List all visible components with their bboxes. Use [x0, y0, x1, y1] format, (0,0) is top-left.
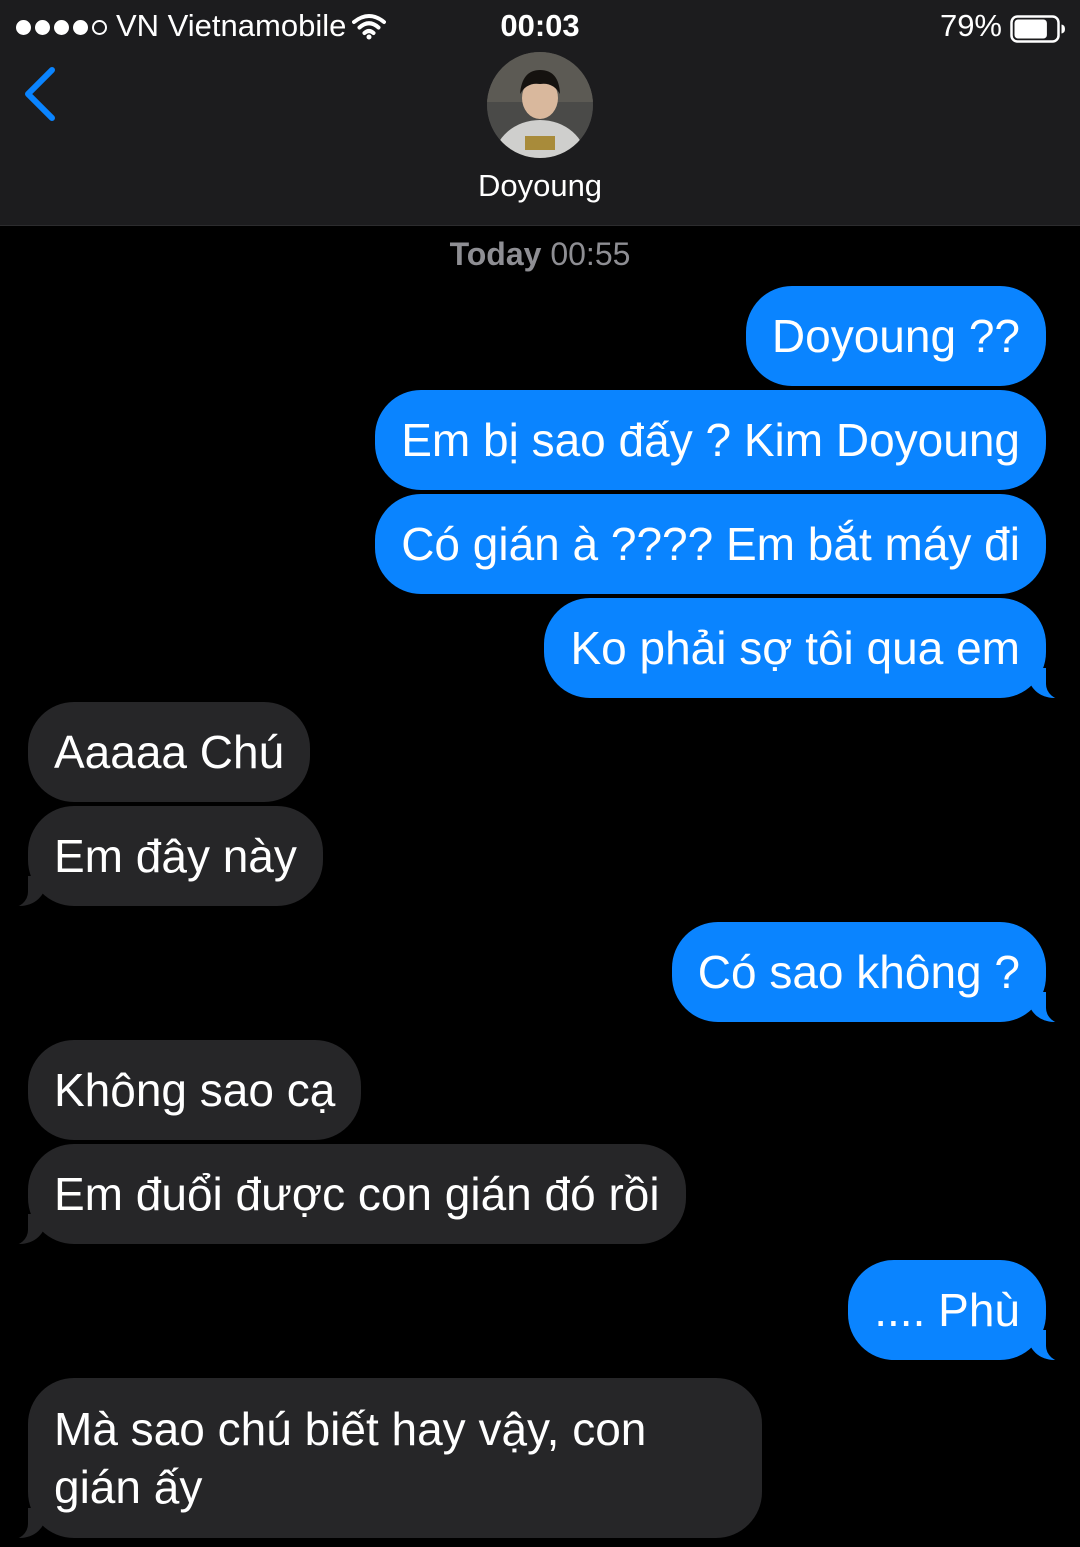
incoming-message[interactable]: Aaaaa Chú [28, 702, 311, 802]
outgoing-message[interactable]: .... Phù [848, 1260, 1072, 1362]
chevron-left-icon[interactable] [14, 60, 66, 128]
avatar-image [487, 52, 593, 158]
contact-avatar[interactable] [487, 52, 593, 158]
conversation-timestamp: Today 00:55 [340, 234, 740, 274]
status-time: 00:03 [500, 8, 580, 43]
outgoing-message[interactable]: Doyoung ?? [745, 286, 1046, 386]
incoming-message[interactable]: Không sao cạ [28, 1040, 362, 1140]
contact-name[interactable]: Doyoung [340, 166, 740, 206]
incoming-message[interactable]: Em đây này [2, 806, 323, 908]
outgoing-message[interactable]: Em bị sao đấy ? Kim Doyoung [375, 390, 1046, 490]
battery-icon [1010, 15, 1065, 43]
outgoing-message[interactable]: Có sao không ? [671, 922, 1073, 1024]
incoming-message[interactable]: Mà sao chú biết hay vậy, con gián ấy [2, 1378, 762, 1540]
battery-percentage: 79% [939, 8, 1002, 43]
signal-strength-icon [16, 18, 107, 36]
status-bar: VN Vietnamobile 00:03 79% [0, 0, 1080, 54]
carrier-name: VN Vietnamobile [116, 8, 347, 43]
timestamp-time: 00:55 [550, 236, 631, 272]
outgoing-message[interactable]: Ko phải sợ tôi qua em [544, 598, 1072, 700]
incoming-message[interactable]: Em đuổi được con gián đó rồi [2, 1144, 686, 1246]
wifi-icon [352, 14, 386, 40]
outgoing-message[interactable]: Có gián à ???? Em bắt máy đi [375, 494, 1046, 594]
timestamp-day: Today [449, 236, 542, 272]
conversation-header: VN Vietnamobile 00:03 79% Doyoung [0, 0, 1080, 226]
